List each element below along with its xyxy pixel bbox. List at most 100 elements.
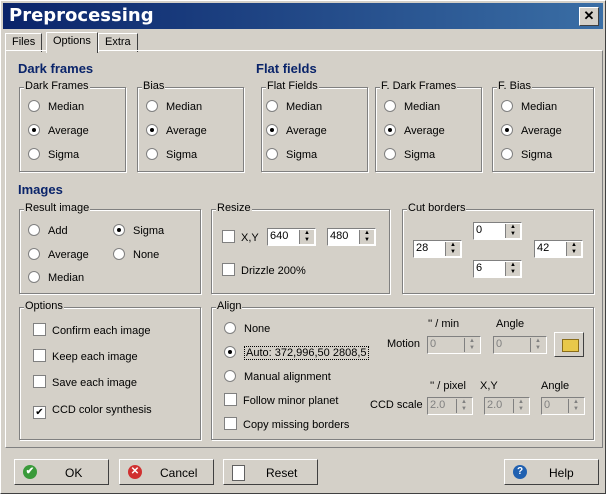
save-each-image-checkbox[interactable]: Save each image xyxy=(33,375,137,391)
spin-arrows-icon[interactable]: ▲ ▼ xyxy=(299,230,314,244)
open-folder-button[interactable] xyxy=(554,332,584,357)
align-group: Align None Auto: 372,996,50 2808,5 Manua… xyxy=(211,300,594,440)
f-dark-sigma-radio[interactable]: Sigma xyxy=(384,147,435,163)
spin-arrows-icon[interactable]: ▲ ▼ xyxy=(359,230,374,244)
result-sigma-radio[interactable]: Sigma xyxy=(113,223,164,239)
dark-frames-title: Dark frames xyxy=(18,61,94,76)
drizzle-checkbox[interactable]: Drizzle 200% xyxy=(222,263,306,279)
dark-frames-group: Dark Frames Median Average Sigma xyxy=(19,80,126,172)
radio-icon xyxy=(28,271,40,283)
radio-icon xyxy=(224,370,236,382)
radio-selected-icon xyxy=(384,124,396,136)
spin-arrows-icon[interactable]: ▲ ▼ xyxy=(513,399,528,413)
radio-icon xyxy=(28,248,40,260)
follow-minor-planet-checkbox[interactable]: Follow minor planet xyxy=(224,393,338,409)
spin-arrows-icon[interactable]: ▲ ▼ xyxy=(530,338,545,352)
f-bias-sigma-radio[interactable]: Sigma xyxy=(501,147,552,163)
cut-bottom-input[interactable]: 6 ▲ ▼ xyxy=(473,260,522,278)
radio-icon xyxy=(384,100,396,112)
bias-group: Bias Median Average Sigma xyxy=(137,80,244,172)
close-button[interactable]: ✕ xyxy=(579,7,599,26)
ccd-angle-label: Angle xyxy=(541,380,570,392)
align-group-title: Align xyxy=(216,300,243,312)
checkbox-icon xyxy=(224,393,237,406)
ccd-unit-label: '' / pixel xyxy=(430,380,466,392)
flat-median-radio[interactable]: Median xyxy=(266,99,322,115)
title-bar[interactable]: Preprocessing ✕ xyxy=(3,3,603,29)
f-bias-average-radio[interactable]: Average xyxy=(501,123,562,139)
copy-missing-borders-checkbox[interactable]: Copy missing borders xyxy=(224,417,349,433)
reset-button[interactable]: Reset xyxy=(223,459,318,485)
ccd-xy-input[interactable]: 2.0 ▲ ▼ xyxy=(484,397,530,415)
check-mark-icon: ✔ xyxy=(33,406,46,419)
folder-icon xyxy=(562,339,579,352)
keep-each-image-checkbox[interactable]: Keep each image xyxy=(33,349,138,365)
motion-input[interactable]: 0 ▲ ▼ xyxy=(427,336,481,354)
result-add-radio[interactable]: Add xyxy=(28,223,68,239)
ccd-scale-input[interactable]: 2.0 ▲ ▼ xyxy=(427,397,473,415)
help-button[interactable]: ? Help xyxy=(504,459,599,485)
dark-average-radio[interactable]: Average xyxy=(28,123,89,139)
resize-group-title: Resize xyxy=(216,202,252,214)
spin-arrows-icon[interactable]: ▲ ▼ xyxy=(566,242,581,256)
dark-median-radio[interactable]: Median xyxy=(28,99,84,115)
spin-arrows-icon[interactable]: ▲ ▼ xyxy=(568,399,583,413)
motion-label: Motion xyxy=(387,338,421,350)
ccd-angle-input[interactable]: 0 ▲ ▼ xyxy=(541,397,585,415)
radio-icon xyxy=(146,148,158,160)
align-manual-radio[interactable]: Manual alignment xyxy=(224,369,331,385)
flat-average-radio[interactable]: Average xyxy=(266,123,327,139)
radio-selected-icon xyxy=(146,124,158,136)
f-bias-group-title: F. Bias xyxy=(497,80,533,92)
checkbox-icon xyxy=(222,263,235,276)
spin-arrows-icon[interactable]: ▲ ▼ xyxy=(445,242,460,256)
options-page: Dark frames Dark Frames Median Average S… xyxy=(5,50,603,448)
cut-top-input[interactable]: 0 ▲ ▼ xyxy=(473,222,522,240)
radio-icon xyxy=(28,224,40,236)
resize-xy-checkbox[interactable]: X,Y xyxy=(222,230,259,246)
f-bias-median-radio[interactable]: Median xyxy=(501,99,557,115)
bias-average-radio[interactable]: Average xyxy=(146,123,207,139)
dark-sigma-radio[interactable]: Sigma xyxy=(28,147,79,163)
spin-arrows-icon[interactable]: ▲ ▼ xyxy=(505,262,520,276)
motion-angle-label: Angle xyxy=(496,318,525,330)
align-none-radio[interactable]: None xyxy=(224,321,270,337)
bias-sigma-radio[interactable]: Sigma xyxy=(146,147,197,163)
flat-sigma-radio[interactable]: Sigma xyxy=(266,147,317,163)
radio-selected-icon xyxy=(28,124,40,136)
f-dark-average-radio[interactable]: Average xyxy=(384,123,445,139)
options-group-title: Options xyxy=(24,300,64,312)
help-icon: ? xyxy=(513,465,527,479)
radio-icon xyxy=(146,100,158,112)
dark-frames-group-title: Dark Frames xyxy=(24,80,90,92)
resize-y-input[interactable]: 480 ▲ ▼ xyxy=(327,228,376,246)
ccd-color-synthesis-checkbox[interactable]: ✔ CCD color synthesis xyxy=(33,402,152,419)
spin-arrows-icon[interactable]: ▲ ▼ xyxy=(456,399,471,413)
resize-x-input[interactable]: 640 ▲ ▼ xyxy=(267,228,316,246)
cut-left-input[interactable]: 28 ▲ ▼ xyxy=(413,240,462,258)
cut-right-input[interactable]: 42 ▲ ▼ xyxy=(534,240,583,258)
document-icon xyxy=(232,465,245,481)
result-average-radio[interactable]: Average xyxy=(28,247,89,263)
ok-button[interactable]: ✔ OK xyxy=(14,459,109,485)
spin-arrows-icon[interactable]: ▲ ▼ xyxy=(464,338,479,352)
bias-group-title: Bias xyxy=(142,80,166,92)
tab-options[interactable]: Options xyxy=(46,32,98,53)
radio-selected-icon xyxy=(224,346,236,358)
radio-icon xyxy=(113,248,125,260)
images-title: Images xyxy=(18,182,63,197)
checkbox-icon xyxy=(33,323,46,336)
f-dark-frames-group-title: F. Dark Frames xyxy=(380,80,458,92)
result-none-radio[interactable]: None xyxy=(113,247,159,263)
bias-median-radio[interactable]: Median xyxy=(146,99,202,115)
motion-angle-input[interactable]: 0 ▲ ▼ xyxy=(493,336,547,354)
radio-icon xyxy=(501,100,513,112)
cancel-button[interactable]: ✕ Cancel xyxy=(119,459,214,485)
spin-arrows-icon[interactable]: ▲ ▼ xyxy=(505,224,520,238)
f-dark-median-radio[interactable]: Median xyxy=(384,99,440,115)
result-median-radio[interactable]: Median xyxy=(28,270,84,286)
confirm-each-image-checkbox[interactable]: Confirm each image xyxy=(33,323,150,339)
align-auto-radio[interactable]: Auto: 372,996,50 2808,5 xyxy=(224,345,369,361)
flat-fields-group: Flat Fields Median Average Sigma xyxy=(261,80,368,172)
flat-fields-title: Flat fields xyxy=(256,61,317,76)
